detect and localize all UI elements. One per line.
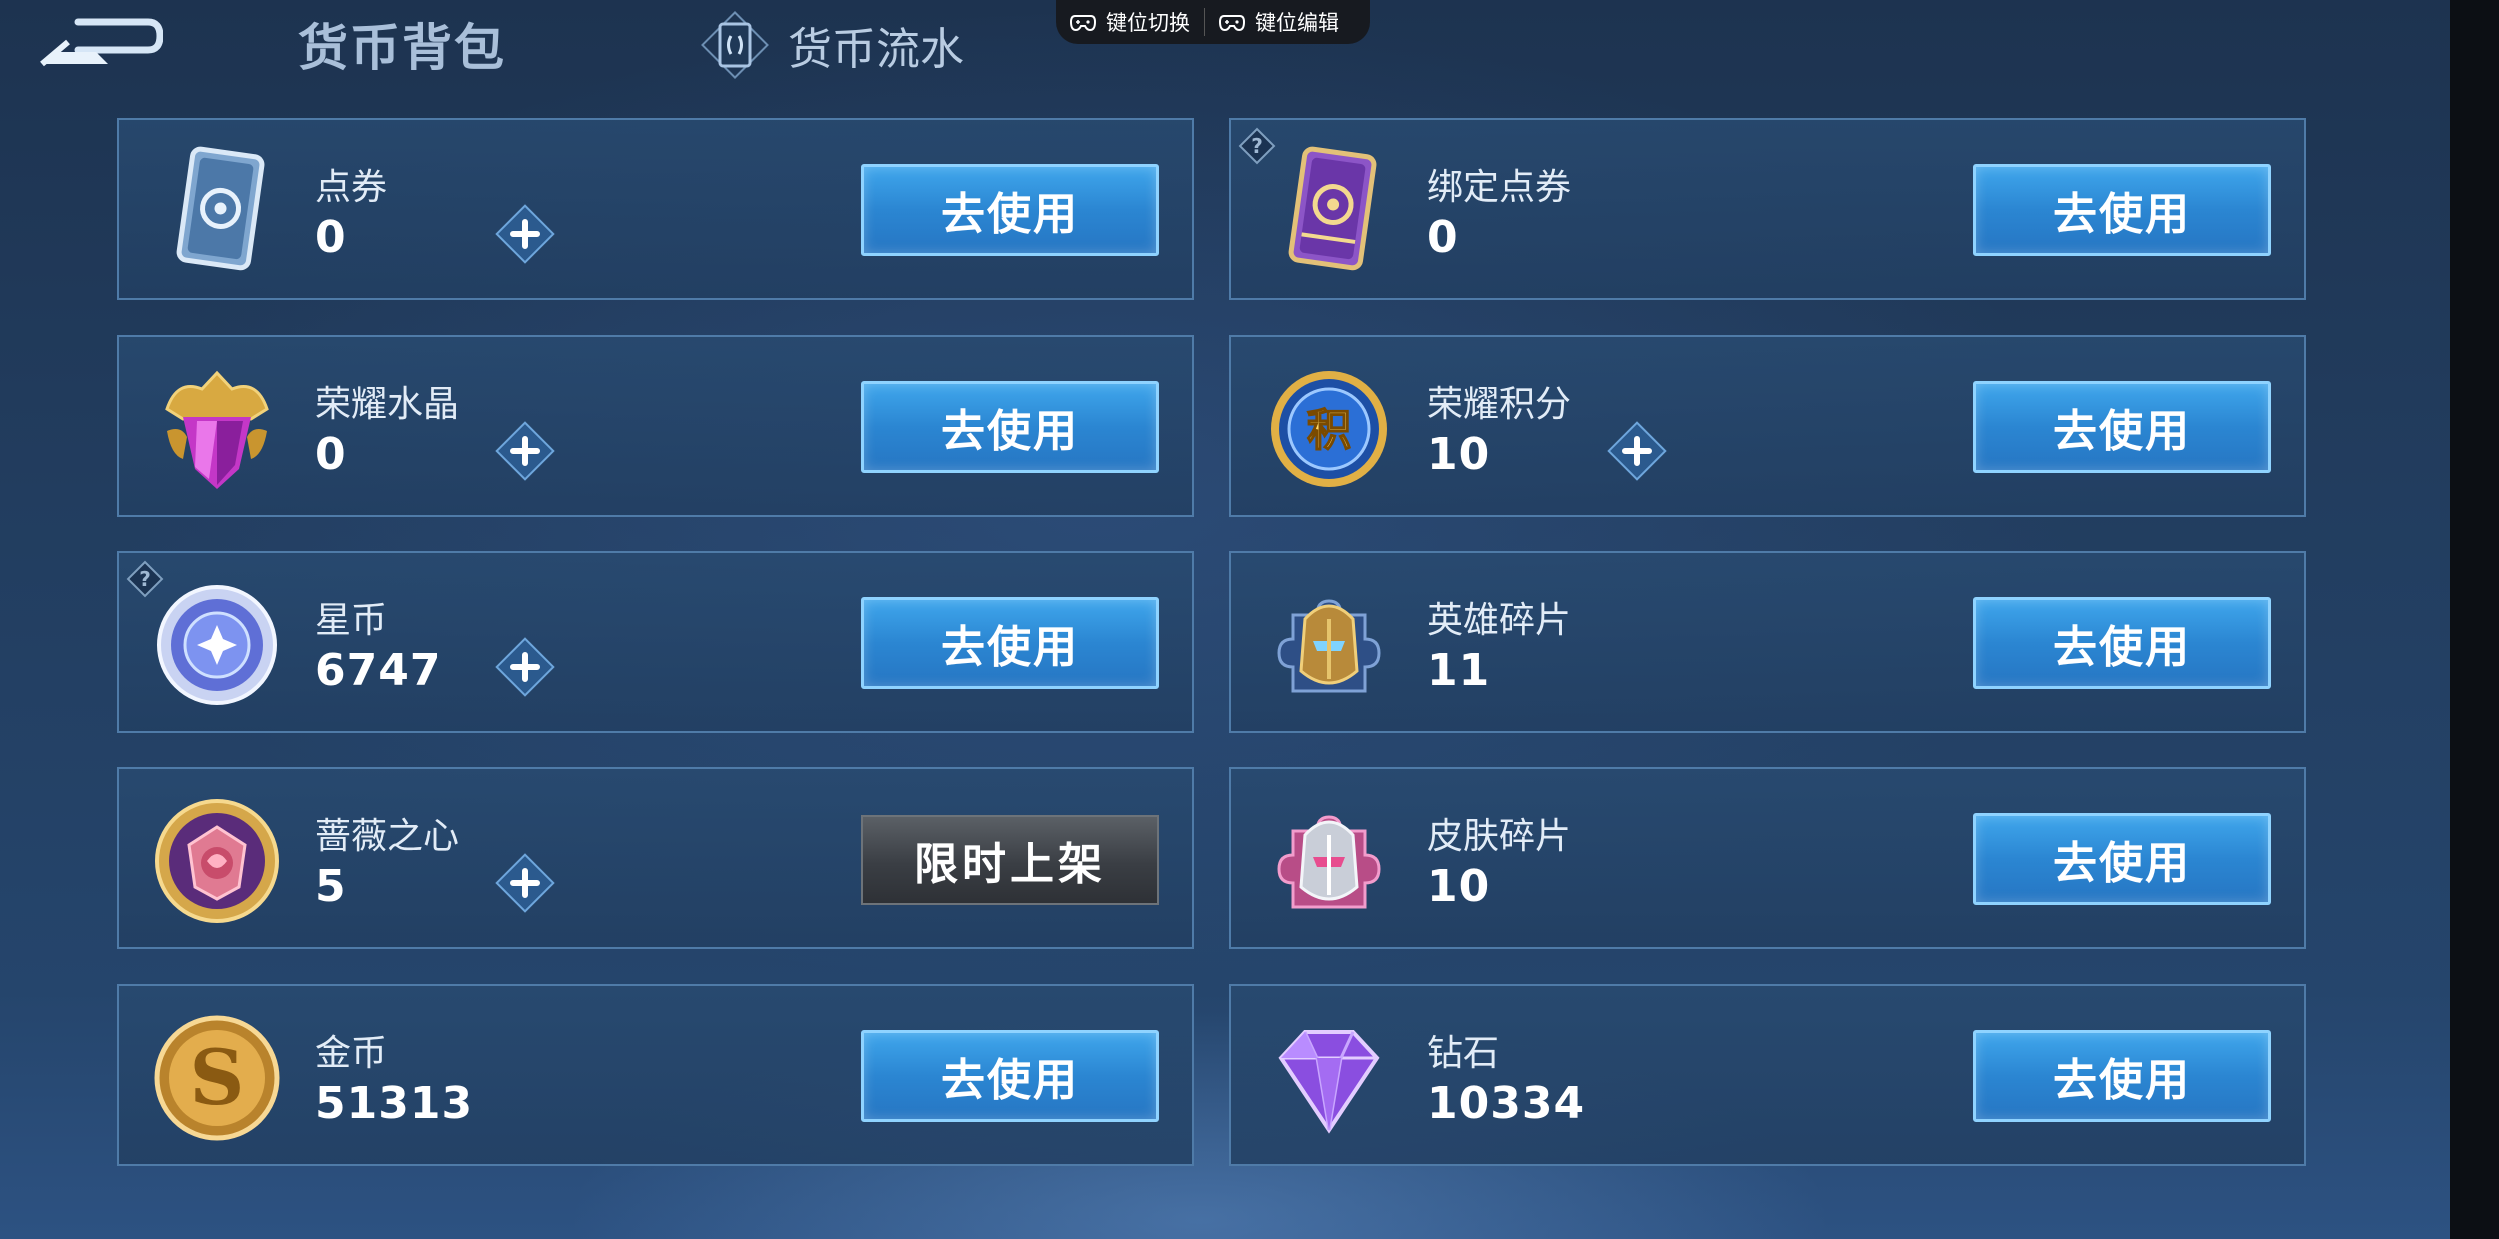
currency-amount: 10 — [1427, 429, 1491, 480]
gamepad-icon — [1070, 15, 1096, 32]
gold-coin-glyph: S — [190, 1033, 245, 1122]
currency-card: 点券 0 去使用 — [117, 118, 1194, 300]
currency-amount: 0 — [315, 429, 347, 480]
currency-card: 英雄碎片 11 去使用 — [1229, 551, 2306, 733]
currency-card: 蔷薇之心 5 限时上架 — [117, 767, 1194, 949]
glory-crystal-icon — [147, 359, 287, 499]
currency-name: 金币 — [315, 1033, 388, 1074]
key-switch-button[interactable]: 键位切换 — [1056, 0, 1204, 44]
star-coin-icon — [147, 575, 287, 715]
key-edit-label: 键位编辑 — [1255, 11, 1339, 35]
tab-currency-flow[interactable]: 货币流水 — [700, 10, 964, 80]
add-currency-button[interactable] — [1605, 419, 1669, 483]
tab-currency-flow-label: 货币流水 — [788, 24, 964, 75]
page-title: 货币背包 — [298, 19, 506, 77]
currency-name: 英雄碎片 — [1427, 600, 1572, 641]
currency-amount: 10 — [1427, 861, 1491, 912]
glory-points-icon: 积 — [1259, 359, 1399, 499]
currency-name: 蔷薇之心 — [315, 816, 460, 857]
currency-amount: 0 — [315, 212, 347, 263]
currency-card: 钻石 10334 去使用 — [1229, 984, 2306, 1166]
key-edit-button[interactable]: 键位编辑 — [1205, 0, 1353, 44]
skin-fragment-icon — [1259, 791, 1399, 931]
back-arrow-icon — [40, 18, 164, 67]
currency-amount: 0 — [1427, 212, 1459, 263]
currency-amount: 5 — [315, 861, 347, 912]
coupon-icon — [147, 142, 287, 282]
currency-flow-icon — [701, 11, 769, 79]
hero-fragment-icon — [1259, 575, 1399, 715]
currency-card: 积 荣耀积分 10 去使用 — [1229, 335, 2306, 517]
diamond-icon — [1259, 1008, 1399, 1148]
currency-backpack-screen: 货币背包 货币流水 点券 0 去使用 ? 绑定点券 0 去使用 荣耀水晶 0 去… — [0, 0, 2450, 1239]
limited-availability-button: 限时上架 — [861, 815, 1159, 905]
use-button[interactable]: 去使用 — [1973, 164, 2271, 256]
use-button[interactable]: 去使用 — [1973, 1030, 2271, 1122]
currency-amount: 11 — [1427, 645, 1491, 696]
gold-coin-icon: S — [147, 1008, 287, 1148]
currency-name: 荣耀水晶 — [315, 384, 460, 425]
use-button[interactable]: 去使用 — [861, 597, 1159, 689]
use-button[interactable]: 去使用 — [861, 164, 1159, 256]
key-switch-label: 键位切换 — [1106, 11, 1190, 35]
add-currency-button[interactable] — [493, 635, 557, 699]
currency-amount: 10334 — [1427, 1078, 1586, 1129]
use-button[interactable]: 去使用 — [1973, 597, 2271, 689]
side-bar — [2450, 0, 2499, 1239]
currency-amount: 51313 — [315, 1078, 474, 1129]
currency-name: 绑定点券 — [1427, 167, 1572, 208]
use-button[interactable]: 去使用 — [861, 381, 1159, 473]
currency-name: 荣耀积分 — [1427, 384, 1572, 425]
use-button[interactable]: 去使用 — [861, 1030, 1159, 1122]
currency-card: ? 星币 6747 去使用 — [117, 551, 1194, 733]
back-button[interactable] — [38, 12, 164, 72]
add-currency-button[interactable] — [493, 419, 557, 483]
bound-coupon-icon — [1259, 142, 1399, 282]
currency-name: 钻石 — [1427, 1033, 1500, 1074]
gamepad-icon — [1219, 15, 1245, 32]
use-button[interactable]: 去使用 — [1973, 381, 2271, 473]
glory-points-glyph: 积 — [1307, 405, 1351, 456]
add-currency-button[interactable] — [493, 851, 557, 915]
currency-card: 皮肤碎片 10 去使用 — [1229, 767, 2306, 949]
use-button[interactable]: 去使用 — [1973, 813, 2271, 905]
currency-card: 荣耀水晶 0 去使用 — [117, 335, 1194, 517]
currency-card: ? 绑定点券 0 去使用 — [1229, 118, 2306, 300]
currency-name: 点券 — [315, 167, 388, 208]
rose-heart-icon — [147, 791, 287, 931]
add-currency-button[interactable] — [493, 202, 557, 266]
currency-card: S 金币 51313 去使用 — [117, 984, 1194, 1166]
currency-amount: 6747 — [315, 645, 442, 696]
currency-name: 星币 — [315, 600, 388, 641]
keymap-overlay: 键位切换 键位编辑 — [1056, 0, 1370, 44]
currency-name: 皮肤碎片 — [1427, 816, 1572, 857]
